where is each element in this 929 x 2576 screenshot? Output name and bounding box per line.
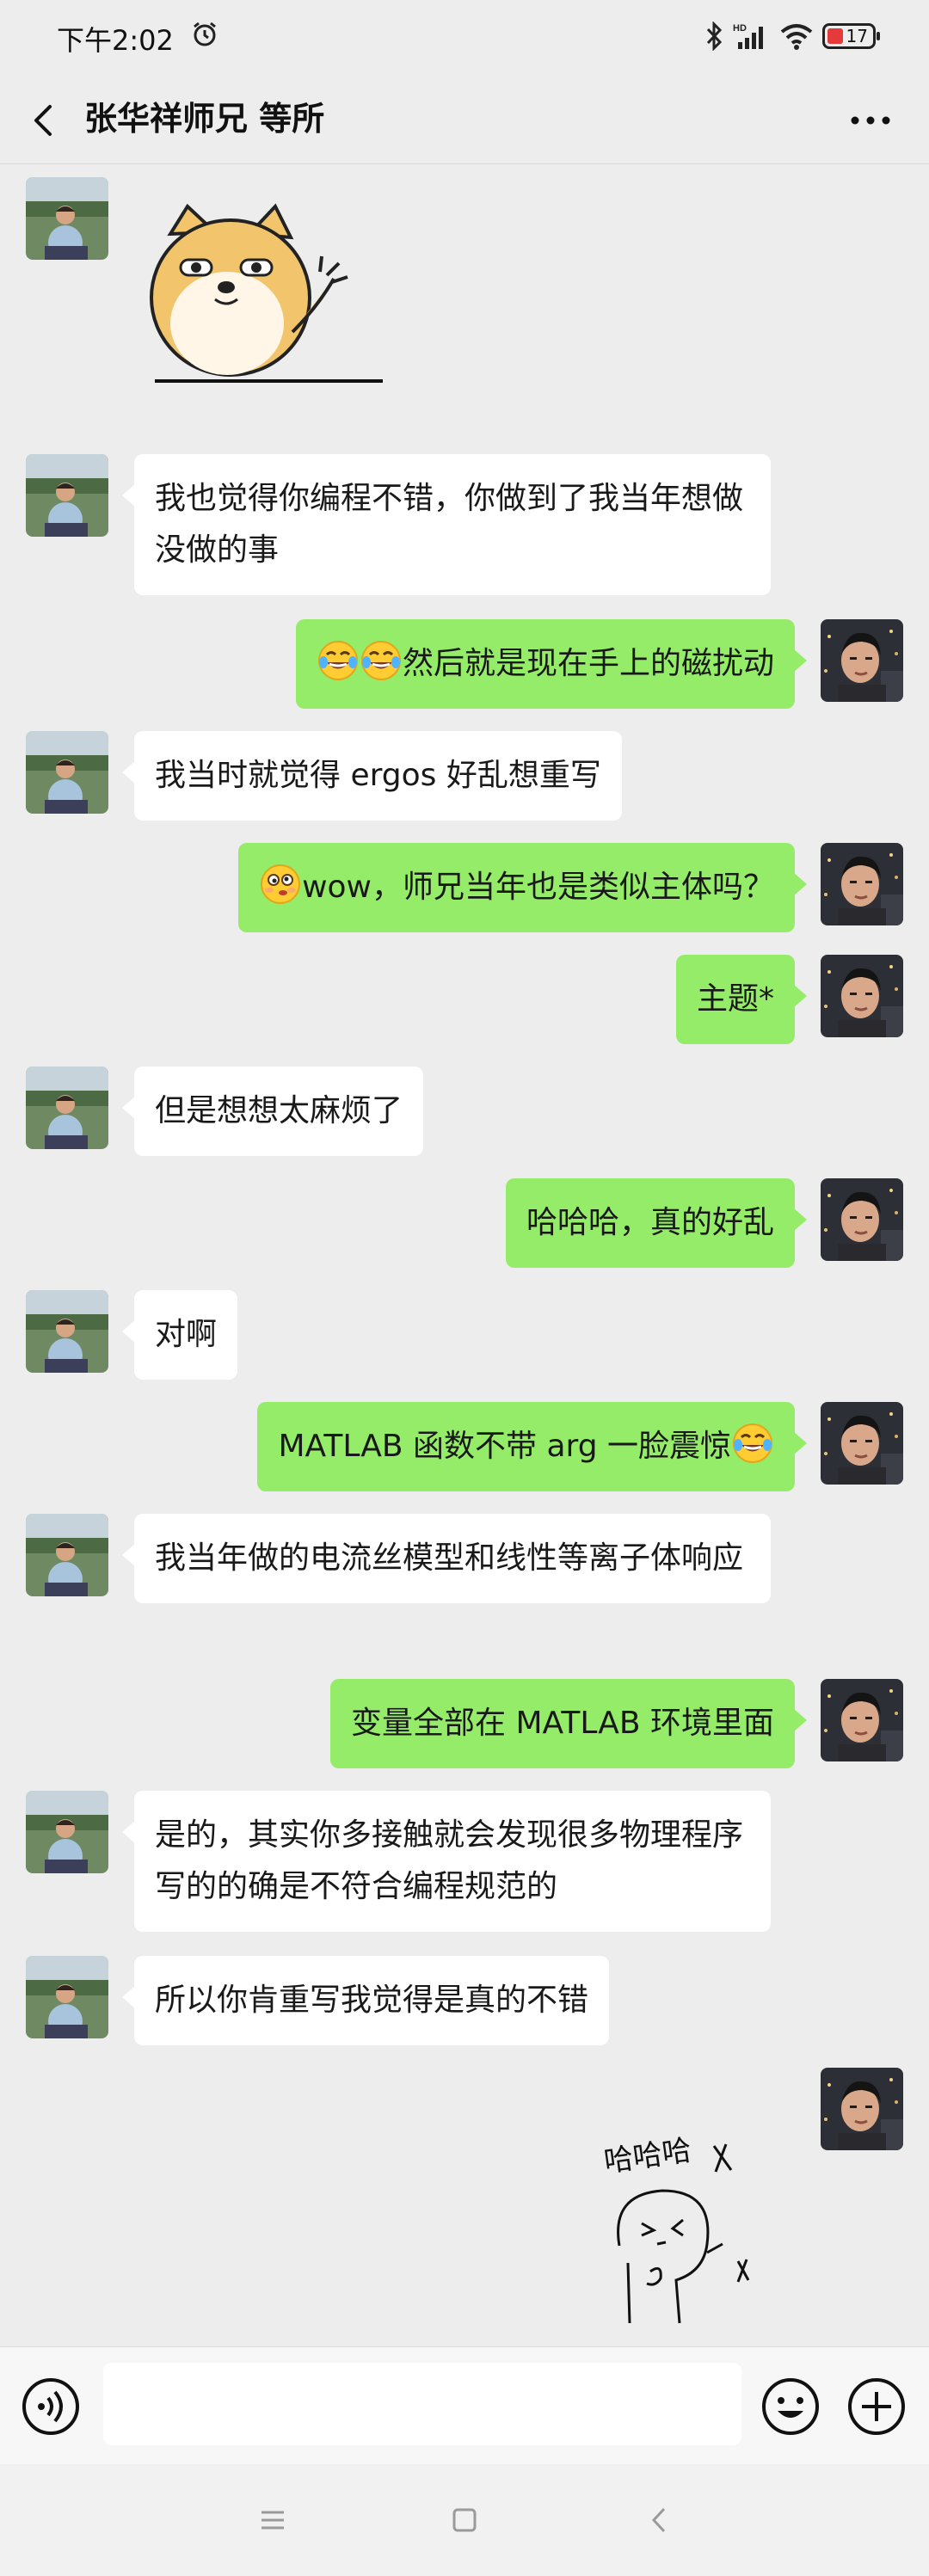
message-input[interactable] bbox=[103, 2363, 741, 2445]
chevron-left-icon[interactable] bbox=[21, 96, 69, 144]
more-dots-icon[interactable] bbox=[846, 101, 895, 139]
message-text: 是的，其实你多接触就会发现很多物理程序写的的确是不符合编程规范的 bbox=[155, 1817, 744, 1904]
message-bubble-self[interactable]: 哈哈哈，真的好乱 bbox=[505, 1178, 808, 1268]
message-text: 我也觉得你编程不错，你做到了我当年想做没做的事 bbox=[155, 481, 744, 568]
avatar-self[interactable] bbox=[821, 1402, 903, 1485]
message-bubble[interactable]: 但是想想太麻烦了 bbox=[121, 1067, 424, 1156]
avatar-self[interactable] bbox=[821, 955, 903, 1037]
wifi-icon bbox=[780, 24, 813, 50]
message-bubble[interactable]: 我也觉得你编程不错，你做到了我当年想做没做的事 bbox=[122, 454, 771, 595]
avatar-self[interactable] bbox=[821, 2068, 903, 2150]
status-bar: 下午2:02 HD 17 bbox=[0, 0, 929, 77]
avatar[interactable] bbox=[26, 1290, 108, 1373]
message-text: 但是想想太麻烦了 bbox=[155, 1093, 403, 1128]
message-list[interactable]: 我也觉得你编程不错，你做到了我当年想做没做的事 然后就是现在手上的磁扰动 我当时… bbox=[0, 164, 929, 2345]
menu-icon[interactable] bbox=[251, 2499, 294, 2542]
message-bubble-self[interactable]: 变量全部在 MATLAB 环境里面 bbox=[330, 1679, 807, 1768]
status-icons: HD 17 bbox=[705, 19, 880, 53]
laugh-cry-emoji-icon bbox=[317, 640, 359, 681]
system-nav-bar bbox=[0, 2464, 929, 2576]
message-bubble[interactable]: 所以你肯重写我觉得是真的不错 bbox=[121, 1956, 610, 2045]
input-bar bbox=[0, 2346, 929, 2464]
avatar[interactable] bbox=[26, 1956, 108, 2038]
home-icon[interactable] bbox=[443, 2499, 486, 2542]
avatar-self[interactable] bbox=[821, 843, 903, 925]
alarm-icon bbox=[194, 22, 216, 46]
dizzy-emoji-icon bbox=[261, 864, 301, 904]
message-bubble-self[interactable]: MATLAB 函数不带 arg 一脸震惊 bbox=[257, 1402, 807, 1491]
message-text: wow，师兄当年也是类似主体吗？ bbox=[302, 870, 774, 905]
message-text: 我当时就觉得 ergos 好乱想重写 bbox=[155, 758, 601, 793]
message-bubble[interactable]: 我当年做的电流丝模型和线性等离子体响应 bbox=[122, 1514, 771, 1603]
avatar-self[interactable] bbox=[821, 1178, 903, 1261]
back-icon[interactable] bbox=[638, 2499, 681, 2542]
voice-icon[interactable] bbox=[21, 2376, 81, 2437]
sticker-doodle-laughing[interactable]: 哈哈哈 bbox=[594, 2134, 783, 2332]
battery-icon: 17 bbox=[822, 23, 880, 49]
message-bubble[interactable]: 对啊 bbox=[121, 1290, 238, 1380]
avatar[interactable] bbox=[26, 454, 108, 537]
battery-level: 17 bbox=[846, 26, 868, 46]
bluetooth-icon bbox=[706, 22, 723, 51]
message-text: MATLAB 函数不带 arg 一脸震惊 bbox=[278, 1429, 731, 1464]
message-text: 主题* bbox=[696, 981, 774, 1017]
status-time: 下午2:02 bbox=[57, 24, 174, 57]
avatar-self[interactable] bbox=[821, 1679, 903, 1761]
chat-header: 张华祥师兄 等所 bbox=[0, 77, 929, 164]
avatar-self[interactable] bbox=[821, 619, 903, 702]
message-bubble[interactable]: 我当时就觉得 ergos 好乱想重写 bbox=[122, 731, 622, 821]
message-text: 所以你肯重写我觉得是真的不错 bbox=[155, 1983, 589, 2018]
laugh-cry-emoji-icon bbox=[360, 640, 402, 681]
message-text: 我当年做的电流丝模型和线性等离子体响应 bbox=[155, 1540, 744, 1576]
message-bubble-self[interactable]: wow，师兄当年也是类似主体吗？ bbox=[238, 843, 807, 932]
message-bubble-self[interactable]: 主题* bbox=[675, 955, 808, 1044]
laugh-cry-emoji-icon bbox=[732, 1423, 773, 1464]
message-text: 哈哈哈，真的好乱 bbox=[526, 1205, 774, 1240]
avatar[interactable] bbox=[26, 731, 108, 814]
message-bubble[interactable]: 是的，其实你多接触就会发现很多物理程序写的的确是不符合编程规范的 bbox=[122, 1791, 771, 1932]
plus-icon[interactable] bbox=[846, 2376, 907, 2437]
avatar[interactable] bbox=[26, 1514, 108, 1596]
chat-title: 张华祥师兄 等所 bbox=[84, 100, 325, 138]
sticker-shiba-dog[interactable] bbox=[138, 203, 387, 392]
message-text: 对啊 bbox=[155, 1317, 218, 1352]
avatar[interactable] bbox=[26, 177, 108, 260]
sticker-text: 哈哈哈 bbox=[602, 2134, 694, 2179]
avatar[interactable] bbox=[26, 1067, 108, 1149]
message-text: 变量全部在 MATLAB 环境里面 bbox=[351, 1706, 774, 1741]
emoji-icon[interactable] bbox=[760, 2376, 821, 2437]
svg-text:HD: HD bbox=[733, 23, 747, 34]
avatar[interactable] bbox=[26, 1791, 108, 1873]
message-bubble-self[interactable]: 然后就是现在手上的磁扰动 bbox=[295, 619, 808, 709]
signal-icon: HD bbox=[733, 23, 763, 49]
message-text: 然后就是现在手上的磁扰动 bbox=[402, 646, 774, 681]
